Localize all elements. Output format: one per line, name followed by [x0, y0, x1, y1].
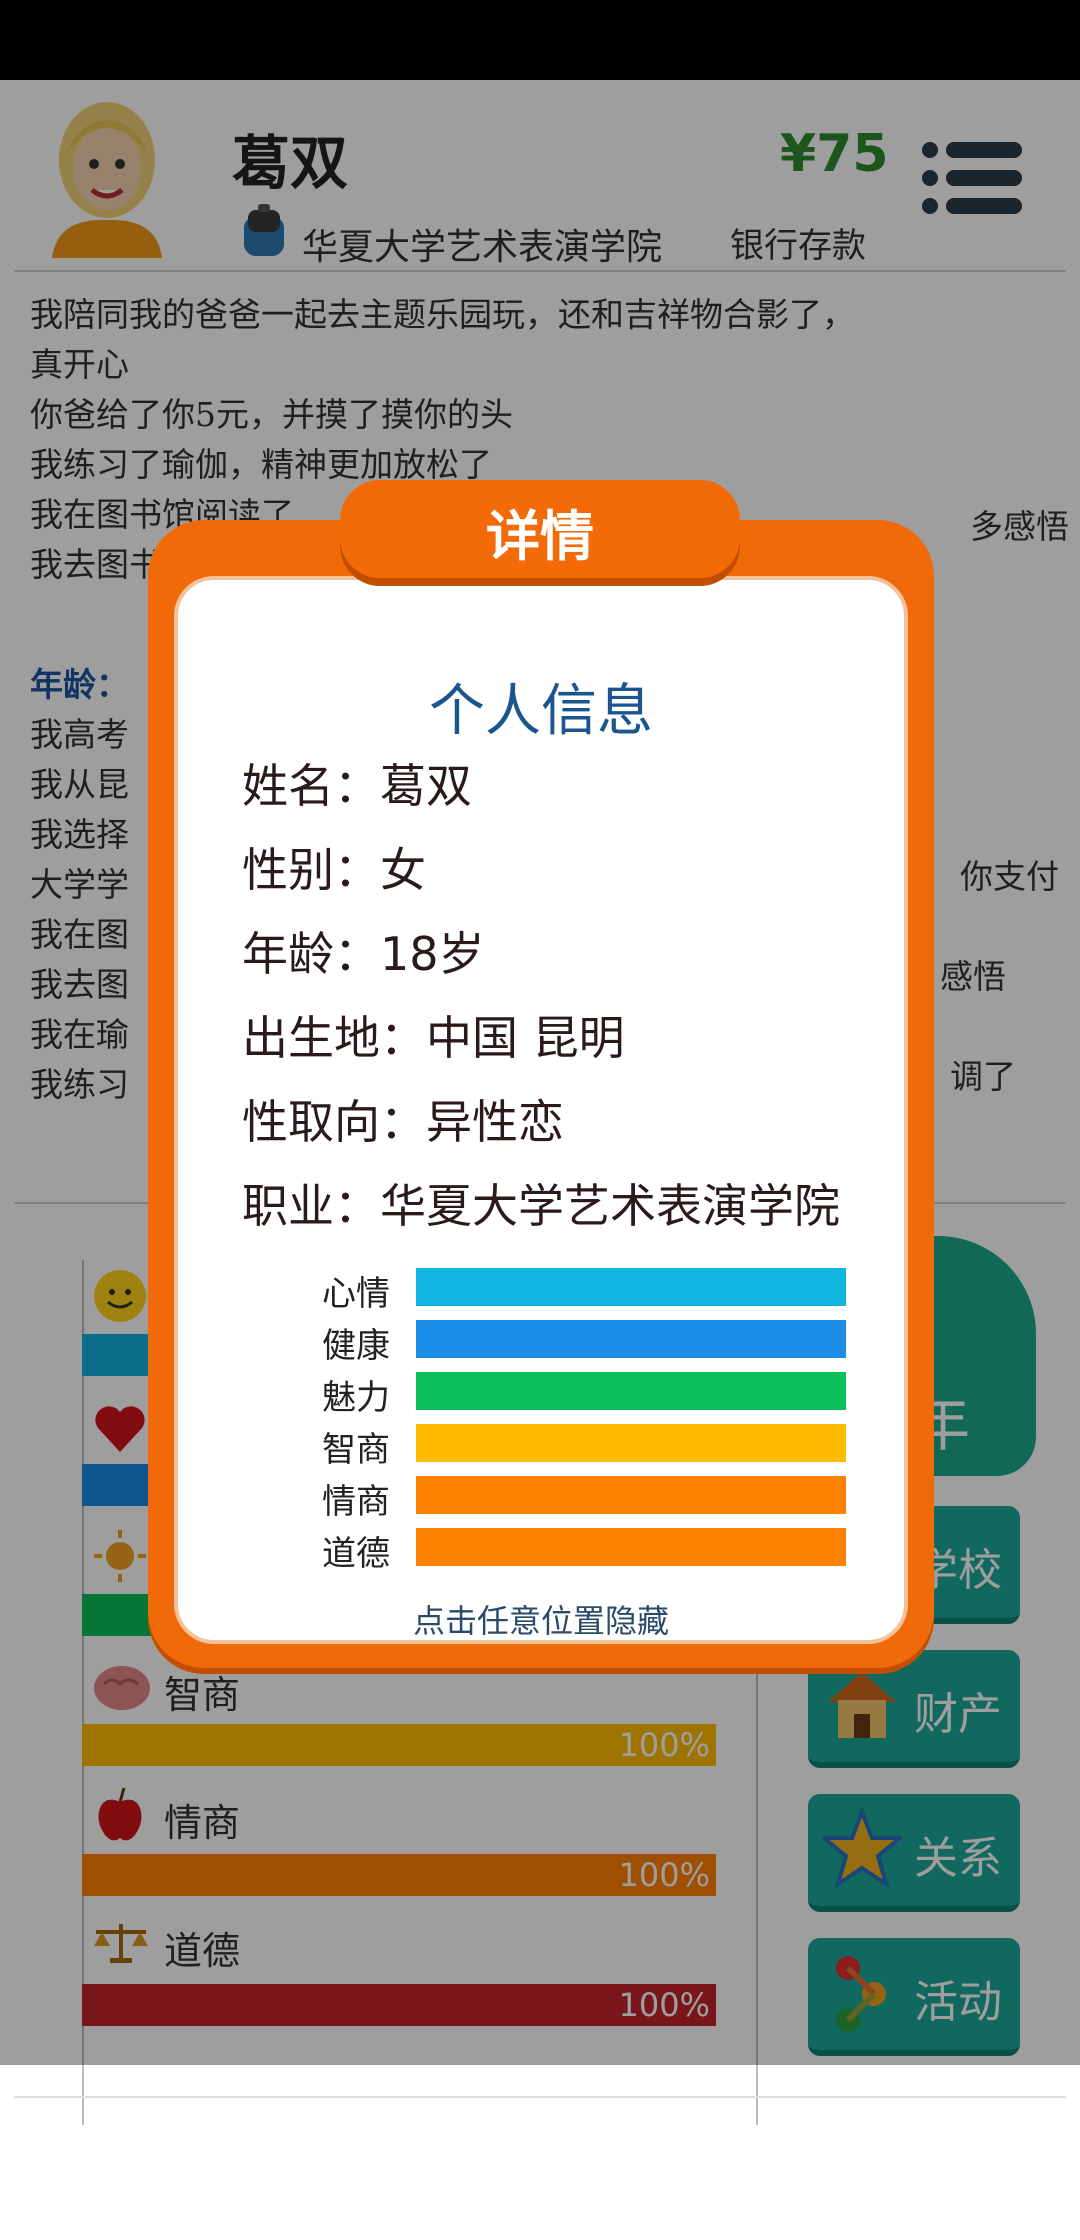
- bottom-divider: [14, 2096, 1066, 2098]
- info-birthplace: 出生地：中国 昆明: [242, 1011, 625, 1065]
- bar-label: 心情: [322, 1274, 390, 1314]
- info-gender: 性别：女: [242, 843, 426, 897]
- bar-label: 健康: [322, 1326, 390, 1366]
- bar-label: 道德: [322, 1534, 390, 1574]
- status-bar: [0, 0, 1080, 80]
- details-card: 个人信息 姓名：葛双 性别：女 年龄：18岁 出生地：中国 昆明 性取向：异性恋…: [174, 576, 908, 1644]
- charm-meter: [416, 1372, 846, 1410]
- modal-heading: 个人信息: [429, 679, 653, 744]
- info-occupation: 职业：华夏大学艺术表演学院: [242, 1179, 840, 1233]
- morality-meter: [416, 1528, 846, 1566]
- info-name: 姓名：葛双: [242, 759, 472, 813]
- info-orientation: 性取向：异性恋: [242, 1095, 564, 1149]
- dismiss-hint[interactable]: 点击任意位置隐藏: [178, 1596, 904, 1642]
- modal-tab: 详情: [340, 480, 740, 578]
- bar-label: 魅力: [322, 1378, 390, 1418]
- modal-title: 详情: [486, 505, 594, 568]
- iq-meter: [416, 1424, 846, 1462]
- bar-label: 情商: [322, 1482, 390, 1522]
- mood-meter: [416, 1268, 846, 1306]
- details-modal[interactable]: 个人信息 姓名：葛双 性别：女 年龄：18岁 出生地：中国 昆明 性取向：异性恋…: [148, 520, 934, 1668]
- bar-label: 智商: [322, 1430, 390, 1470]
- health-meter: [416, 1320, 846, 1358]
- info-age: 年龄：18岁: [242, 927, 485, 981]
- eq-meter: [416, 1476, 846, 1514]
